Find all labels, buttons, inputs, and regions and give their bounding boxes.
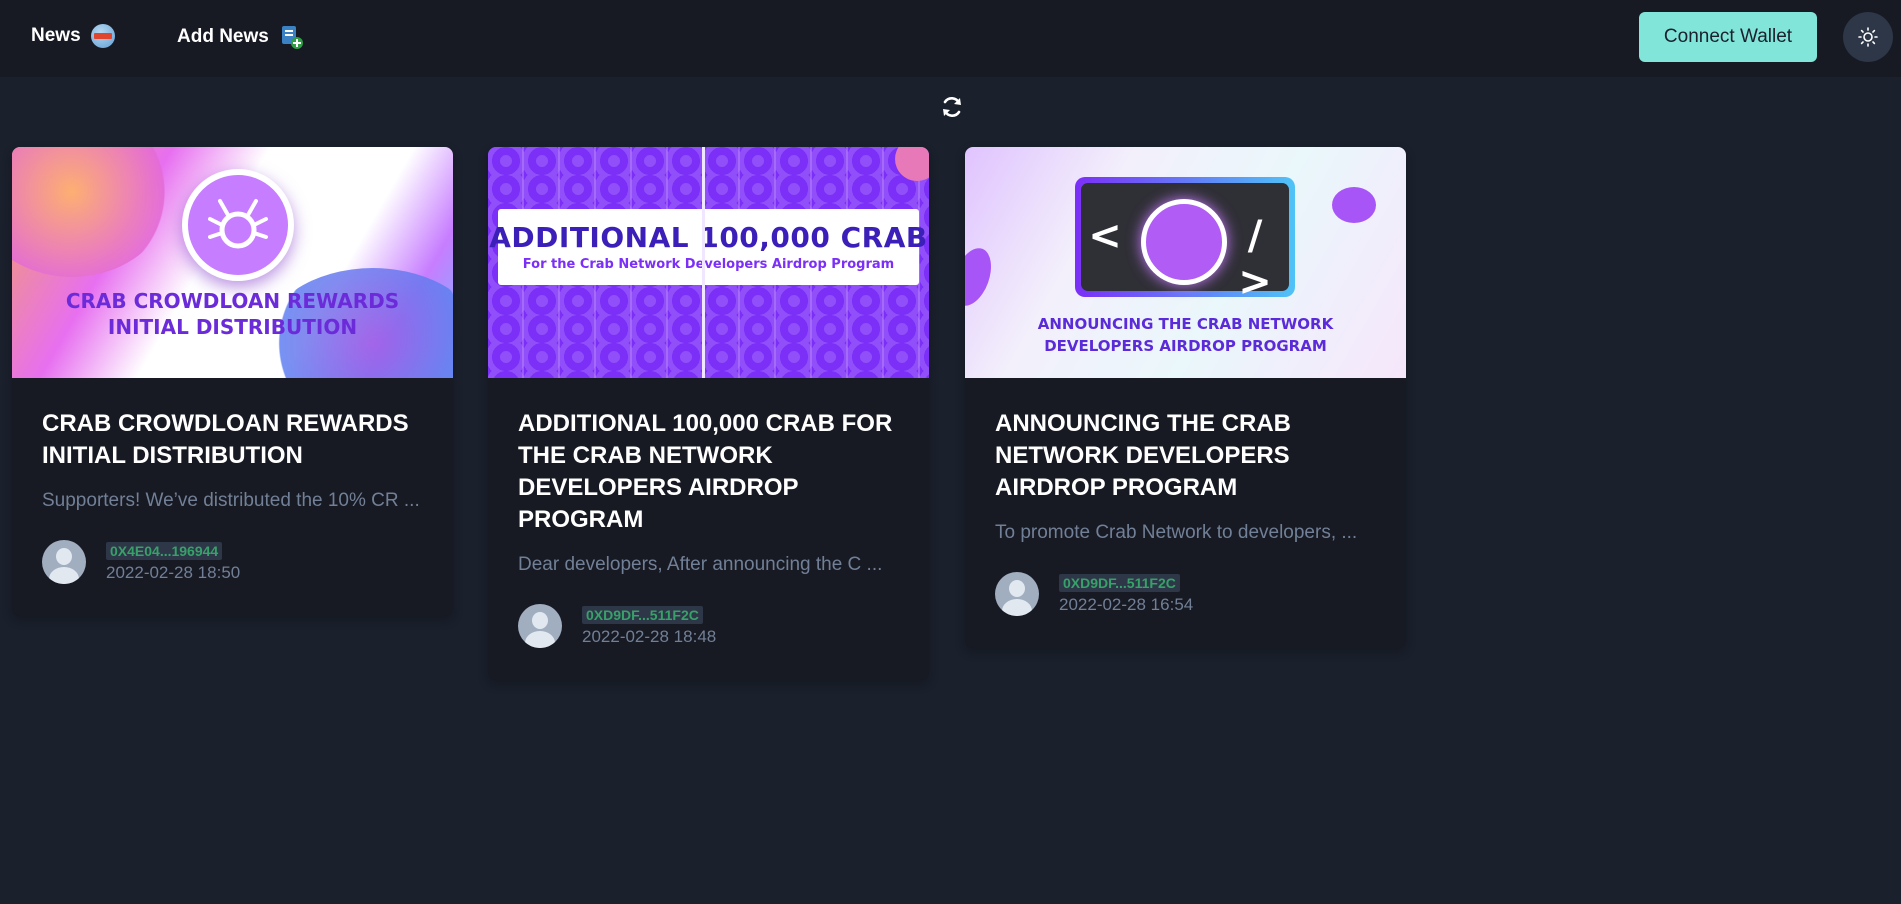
news-badge-icon bbox=[90, 24, 115, 48]
refresh-icon[interactable] bbox=[940, 95, 964, 119]
top-nav: News Add News Connect Wallet bbox=[0, 0, 1901, 77]
nav-add-news-label: Add News bbox=[177, 26, 269, 47]
avatar bbox=[518, 604, 562, 648]
sun-icon bbox=[1858, 27, 1878, 47]
banner-code-left: < bbox=[1088, 213, 1122, 259]
card-excerpt: Dear developers, After announcing the C … bbox=[518, 554, 883, 575]
banner-line-1: ADDITIONAL 100,000 CRAB bbox=[489, 221, 928, 254]
crab-logo-icon bbox=[182, 169, 294, 281]
nav-news-label: News bbox=[31, 25, 81, 46]
avatar bbox=[995, 572, 1039, 616]
card-image: CRAB CROWDLOAN REWARDS INITIAL DISTRIBUT… bbox=[12, 147, 453, 378]
connect-wallet-button[interactable]: Connect Wallet bbox=[1639, 12, 1817, 62]
banner-line-2: DEVELOPERS AIRDROP PROGRAM bbox=[1044, 337, 1327, 355]
banner-line-1: CRAB CROWDLOAN REWARDS bbox=[65, 289, 400, 313]
author-address: 0X4E04...196944 bbox=[106, 541, 223, 560]
news-card[interactable]: CRAB CROWDLOAN REWARDS INITIAL DISTRIBUT… bbox=[12, 147, 453, 616]
news-card[interactable]: ADDITIONAL 100,000 CRAB For the Crab Net… bbox=[488, 147, 929, 680]
author-address: 0XD9DF...511F2C bbox=[582, 605, 703, 624]
card-title: ANNOUNCING THE CRAB NETWORK DEVELOPERS A… bbox=[995, 410, 1291, 501]
banner-line-1: ANNOUNCING THE CRAB NETWORK bbox=[1037, 315, 1334, 333]
author-address: 0XD9DF...511F2C bbox=[1059, 573, 1180, 592]
card-title: ADDITIONAL 100,000 CRAB FOR THE CRAB NET… bbox=[518, 410, 893, 533]
card-title: CRAB CROWDLOAN REWARDS INITIAL DISTRIBUT… bbox=[42, 410, 409, 469]
card-image: ADDITIONAL 100,000 CRAB For the Crab Net… bbox=[488, 147, 929, 378]
avatar bbox=[42, 540, 86, 584]
nav-news-link[interactable]: News bbox=[31, 24, 115, 48]
post-date: 2022-02-28 16:54 bbox=[1059, 594, 1194, 614]
theme-toggle-button[interactable] bbox=[1843, 12, 1893, 62]
card-excerpt: Supporters! We’ve distributed the 10% CR… bbox=[42, 490, 420, 511]
card-excerpt: To promote Crab Network to developers, .… bbox=[995, 522, 1358, 543]
nav-add-news-link[interactable]: Add News bbox=[177, 24, 305, 50]
news-card[interactable]: < / > ANNOUNCING THE CRAB NETWORK DEVELO… bbox=[965, 147, 1406, 648]
add-document-icon bbox=[281, 26, 303, 49]
post-date: 2022-02-28 18:48 bbox=[582, 626, 717, 646]
banner-line-2: For the Crab Network Developers Airdrop … bbox=[522, 257, 895, 272]
crab-logo-icon bbox=[1141, 199, 1227, 285]
card-image: < / > ANNOUNCING THE CRAB NETWORK DEVELO… bbox=[965, 147, 1406, 378]
banner-line-2: INITIAL DISTRIBUTION bbox=[107, 315, 358, 339]
banner-code-right: / > bbox=[1238, 213, 1272, 305]
post-date: 2022-02-28 18:50 bbox=[106, 562, 241, 582]
